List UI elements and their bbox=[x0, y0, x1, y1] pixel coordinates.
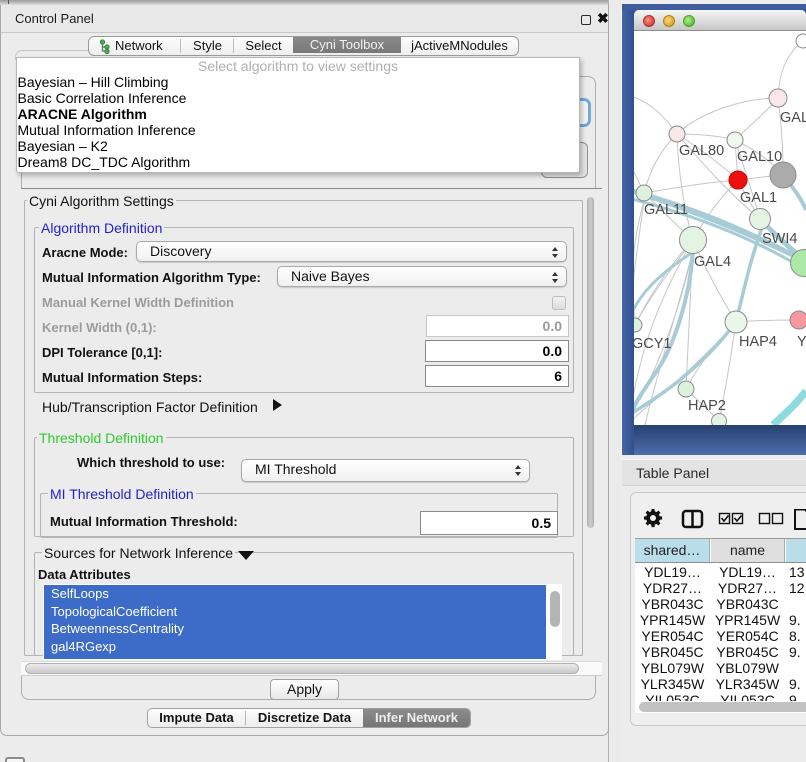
svg-text:SWI4: SWI4 bbox=[762, 231, 797, 247]
svg-text:HAP4: HAP4 bbox=[739, 334, 777, 350]
svg-text:HAP2: HAP2 bbox=[688, 398, 726, 414]
svg-text:Y: Y bbox=[797, 334, 806, 350]
svg-text:GCY1: GCY1 bbox=[634, 336, 672, 352]
svg-text:GAL80: GAL80 bbox=[679, 143, 724, 159]
svg-text:GAL1: GAL1 bbox=[740, 190, 777, 206]
svg-text:GAL2: GAL2 bbox=[780, 110, 806, 126]
svg-text:GAL11: GAL11 bbox=[644, 202, 688, 218]
svg-text:GAL4: GAL4 bbox=[694, 254, 731, 270]
svg-text:GAL10: GAL10 bbox=[737, 149, 782, 165]
